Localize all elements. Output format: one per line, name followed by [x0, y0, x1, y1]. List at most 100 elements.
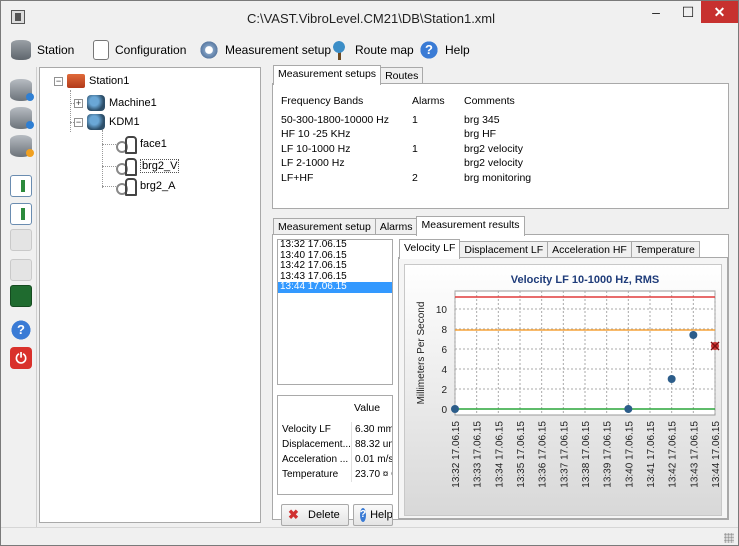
- tree-node-label: Station1: [89, 75, 130, 87]
- x-tick-label: 13:41 17.06.15: [646, 421, 657, 488]
- value-cell: 0.01 m/s: [355, 454, 393, 465]
- value-cell: 88.32 um: [355, 439, 393, 450]
- tree-node-face1[interactable]: face1: [116, 135, 167, 154]
- tree-node-machine1[interactable]: + Machine1: [74, 94, 157, 112]
- tab-measurement-results[interactable]: Measurement results: [416, 216, 525, 236]
- value-row[interactable]: Acceleration ... 0.01 m/s: [278, 452, 393, 467]
- cell-frequency: 50-300-1800-10000 Hz: [281, 113, 389, 126]
- database-icon: [11, 40, 31, 60]
- data-point: [451, 405, 459, 413]
- x-tick-label: 13:35 17.06.15: [516, 421, 527, 488]
- tree-node-label: brg2_A: [140, 180, 176, 192]
- cell-comments: brg 345: [464, 113, 500, 126]
- value-cell: 23.70 ¤ C: [355, 469, 392, 480]
- menu-route-map[interactable]: Route map: [329, 39, 414, 61]
- disabled-tool-icon[interactable]: [10, 229, 32, 251]
- setups-tab-strip: Measurement setups Routes: [273, 65, 424, 85]
- station-tree: − Station1 + Machine1 − KDM1 face1 brg2_…: [39, 67, 261, 523]
- table-row[interactable]: HF 10 -25 KHz brg HF: [281, 127, 721, 142]
- gear-icon: [199, 40, 219, 60]
- y-tick-label: 10: [436, 305, 448, 316]
- x-tick-label: 13:43 17.06.15: [689, 421, 700, 488]
- delete-button-label: Delete: [308, 509, 340, 521]
- window-title: C:\VAST.VibroLevel.CM21\DB\Station1.xml: [246, 11, 496, 26]
- table-header: Frequency Bands Alarms Comments: [281, 94, 721, 109]
- value-row[interactable]: Temperature 23.70 ¤ C: [278, 467, 392, 482]
- tree-node-label: face1: [140, 138, 167, 150]
- delete-button[interactable]: ✖ Delete: [281, 504, 349, 526]
- spreadsheet-icon[interactable]: [10, 285, 32, 307]
- app-icon: [11, 10, 25, 24]
- menu-measurement-setup[interactable]: Measurement setup: [199, 39, 331, 61]
- value-name: Acceleration ...: [278, 452, 352, 467]
- measurement-setups-panel: Frequency Bands Alarms Comments 50-300-1…: [272, 83, 729, 209]
- table-row[interactable]: LF+HF 2 brg monitoring: [281, 171, 721, 186]
- import-down-icon[interactable]: [10, 203, 32, 225]
- help-button[interactable]: ? Help: [353, 504, 393, 526]
- close-button[interactable]: ✕: [701, 1, 738, 23]
- machine-icon: [87, 114, 105, 130]
- data-point: [624, 405, 633, 413]
- menu-station-label: Station: [37, 43, 75, 57]
- value-name: Velocity LF: [278, 422, 352, 437]
- table-row[interactable]: 50-300-1800-10000 Hz 1 brg 345: [281, 113, 721, 128]
- help-icon: ?: [419, 40, 439, 60]
- column-header: Alarms: [412, 95, 445, 108]
- menu-configuration[interactable]: Configuration: [93, 39, 186, 61]
- tree-node-kdm1[interactable]: − KDM1: [74, 113, 140, 131]
- column-header: Frequency Bands: [281, 95, 364, 108]
- cell-comments: brg2 velocity: [464, 157, 523, 170]
- maximize-button[interactable]: ☐: [673, 1, 703, 23]
- cell-frequency: LF+HF: [281, 171, 314, 184]
- tab-velocity-lf[interactable]: Velocity LF: [399, 239, 461, 259]
- tab-measurement-setups[interactable]: Measurement setups: [273, 65, 382, 85]
- column-header: Comments: [464, 95, 515, 108]
- app-window: C:\VAST.VibroLevel.CM21\DB\Station1.xml …: [0, 0, 739, 546]
- help-icon[interactable]: ?: [10, 319, 32, 341]
- cell-comments: brg monitoring: [464, 171, 532, 184]
- cell-alarms: 1: [412, 113, 418, 126]
- x-tick-label: 13:39 17.06.15: [603, 421, 614, 488]
- value-name: Displacement...: [278, 437, 352, 452]
- y-tick-label: 0: [441, 405, 447, 416]
- x-tick-label: 13:36 17.06.15: [538, 421, 549, 488]
- x-tick-label: 13:42 17.06.15: [668, 421, 679, 488]
- table-row[interactable]: LF 10-1000 Hz 1 brg2 velocity: [281, 142, 721, 157]
- x-tick-label: 13:32 17.06.15: [451, 421, 462, 488]
- menu-help[interactable]: ? Help: [419, 39, 470, 61]
- table-row[interactable]: LF 2-1000 Hz brg2 velocity: [281, 156, 721, 171]
- list-item-selected[interactable]: 13:44 17.06.15: [278, 281, 392, 293]
- y-tick-label: 6: [441, 345, 447, 356]
- tree-node-station1[interactable]: − Station1: [54, 72, 129, 90]
- expand-icon[interactable]: +: [74, 98, 83, 108]
- value-row[interactable]: Velocity LF 6.30 mm/: [278, 422, 392, 437]
- chart-area: 0 2 4 6 8 10 Velocity LF 10-1000 Hz, RMS Millim…: [404, 264, 722, 516]
- menu-bar: Station Configuration Measurement setup …: [1, 34, 738, 64]
- resize-grip-icon[interactable]: [724, 533, 734, 543]
- list-item[interactable]: 13:32 17.06.15: [278, 239, 392, 251]
- help-button-label: Help: [370, 509, 393, 521]
- list-item[interactable]: 13:42 17.06.15: [278, 260, 392, 272]
- help-icon: ?: [360, 508, 367, 522]
- menu-route-map-label: Route map: [355, 43, 414, 57]
- measurement-time-list[interactable]: 13:32 17.06.15 13:40 17.06.15 13:42 17.0…: [277, 239, 393, 385]
- menu-station[interactable]: Station: [11, 39, 74, 61]
- database-warning-icon[interactable]: [10, 135, 34, 157]
- title-bar[interactable]: C:\VAST.VibroLevel.CM21\DB\Station1.xml …: [1, 1, 738, 34]
- export-up-icon[interactable]: [10, 175, 32, 197]
- disabled-grid-icon[interactable]: [10, 259, 32, 281]
- x-tick-label: 13:34 17.06.15: [494, 421, 505, 488]
- upload-database-icon[interactable]: [10, 79, 34, 101]
- x-tick-label: 13:38 17.06.15: [581, 421, 592, 488]
- x-tick-label: 13:40 17.06.15: [624, 421, 635, 488]
- value-row[interactable]: Displacement... 88.32 um: [278, 437, 393, 452]
- sync-database-icon[interactable]: [10, 107, 34, 129]
- tree-node-brg2-a[interactable]: brg2_A: [116, 177, 176, 196]
- minimize-button[interactable]: –: [641, 1, 671, 23]
- power-icon[interactable]: ⏻: [10, 347, 32, 369]
- collapse-icon[interactable]: −: [74, 117, 83, 127]
- tree-node-brg2-v[interactable]: brg2_V: [116, 157, 180, 176]
- collapse-icon[interactable]: −: [54, 76, 63, 86]
- velocity-chart: 0 2 4 6 8 10 Velocity LF 10-1000 Hz, RMS Millim…: [416, 274, 722, 488]
- x-tick-label: 13:37 17.06.15: [559, 421, 570, 488]
